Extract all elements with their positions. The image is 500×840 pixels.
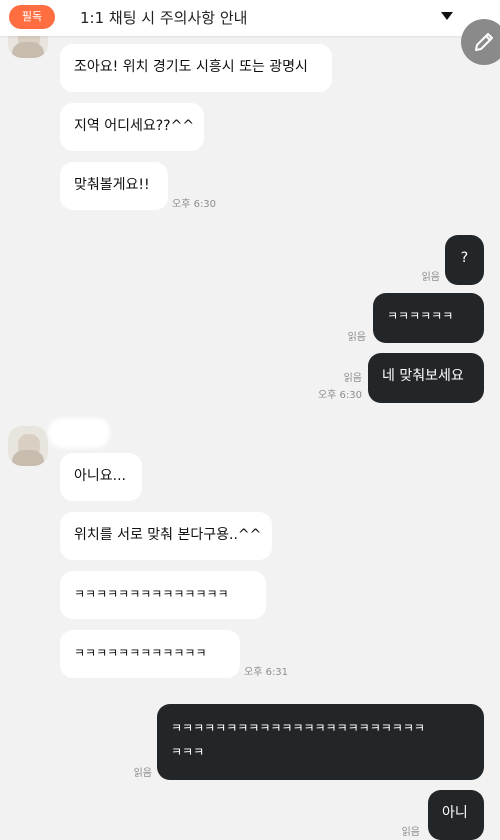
pencil-icon [475, 33, 493, 51]
read-receipt: 읽음 [133, 768, 152, 779]
compose-button[interactable] [461, 19, 500, 65]
notice-bar[interactable]: 필독 1:1 채팅 시 주의사항 안내 [0, 0, 500, 36]
avatar[interactable] [8, 426, 48, 466]
message-bubble-incoming[interactable]: 맞춰볼게요!! [60, 162, 168, 210]
message-text-line: ㅋㅋㅋㅋㅋㅋㅋㅋㅋㅋㅋㅋㅋㅋㅋㅋㅋㅋㅋㅋㅋㅋㅋ [171, 721, 425, 735]
message-bubble-outgoing[interactable]: ㅋㅋㅋㅋㅋㅋㅋㅋㅋㅋㅋㅋㅋㅋㅋㅋㅋㅋㅋㅋㅋㅋㅋ ㅋㅋㅋ [157, 704, 484, 780]
message-bubble-incoming[interactable]: ㅋㅋㅋㅋㅋㅋㅋㅋㅋㅋㅋㅋㅋㅋ [60, 571, 266, 619]
message-time: 오후 6:30 [317, 390, 362, 401]
chevron-down-icon[interactable] [441, 12, 453, 20]
read-receipt: 읽음 [347, 332, 366, 343]
message-time: 오후 6:31 [244, 667, 289, 678]
message-text-line: ㅋㅋㅋ [171, 745, 205, 759]
message-bubble-incoming[interactable]: 조아요! 위치 경기도 시흥시 또는 광명시 [60, 44, 332, 92]
message-bubble-incoming[interactable]: 지역 어디세요??^^ [60, 103, 204, 151]
message-bubble-outgoing[interactable]: 아니 [428, 790, 484, 840]
read-receipt: 읽음 [401, 827, 420, 838]
notice-badge: 필독 [9, 5, 55, 29]
message-bubble-incoming[interactable]: 위치를 서로 맞춰 본다구용..^^ [60, 512, 272, 560]
message-bubble-outgoing[interactable]: ㅋㅋㅋㅋㅋㅋ [373, 293, 484, 343]
read-receipt: 읽음 [343, 373, 362, 384]
message-bubble-incoming[interactable]: 아니요... [60, 453, 142, 501]
sender-name [48, 418, 110, 448]
message-bubble-outgoing[interactable]: ? [445, 235, 484, 285]
notice-title[interactable]: 1:1 채팅 시 주의사항 안내 [80, 7, 247, 28]
message-bubble-incoming[interactable]: ㅋㅋㅋㅋㅋㅋㅋㅋㅋㅋㅋㅋ [60, 630, 240, 678]
read-receipt: 읽음 [421, 272, 440, 283]
message-time: 오후 6:30 [172, 199, 217, 210]
message-bubble-outgoing[interactable]: 네 맞춰보세요 [368, 353, 484, 403]
